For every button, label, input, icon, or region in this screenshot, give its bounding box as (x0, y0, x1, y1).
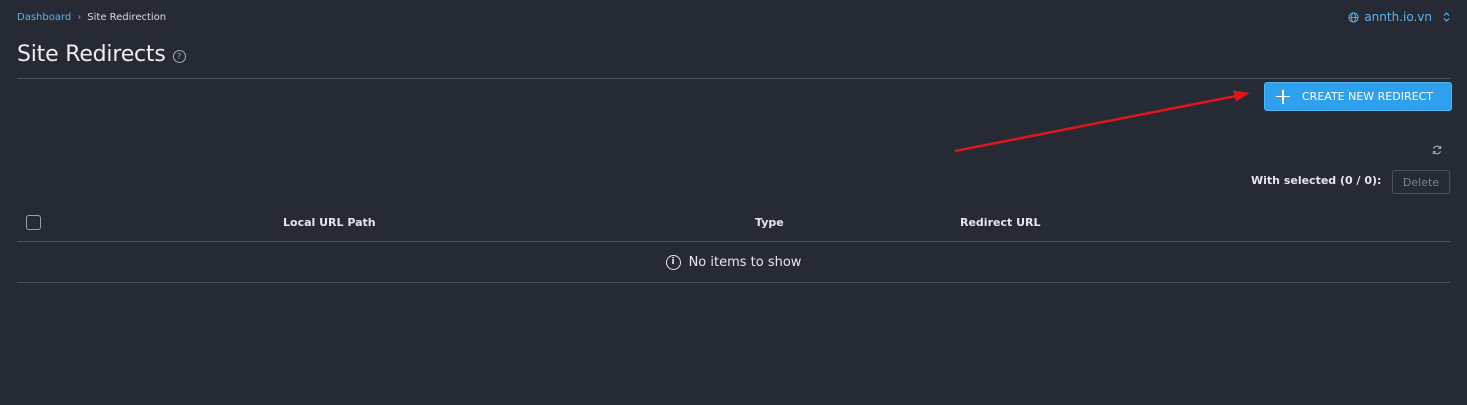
column-local-url-path[interactable]: Local URL Path (283, 216, 376, 229)
select-all-checkbox[interactable] (26, 215, 41, 230)
plus-icon (1276, 89, 1290, 104)
table-header: Local URL Path Type Redirect URL (17, 207, 1450, 242)
page-title: Site Redirects (17, 42, 166, 67)
annotation-arrow (954, 90, 1250, 153)
with-selected-label: With selected (0 / 0): (1251, 174, 1382, 187)
create-new-redirect-button[interactable]: CREATE NEW REDIRECT (1264, 82, 1452, 111)
chevron-updown-icon (1443, 12, 1450, 22)
delete-button[interactable]: Delete (1392, 170, 1450, 194)
info-icon: i (665, 254, 681, 270)
site-switcher-label: annth.io.vn (1364, 10, 1432, 24)
site-switcher[interactable]: annth.io.vn (1348, 10, 1450, 24)
breadcrumb-separator: › (77, 12, 82, 23)
refresh-icon[interactable] (1431, 144, 1443, 156)
empty-state-row: i No items to show (17, 242, 1450, 283)
breadcrumb-dashboard-link[interactable]: Dashboard (17, 12, 71, 23)
top-bar: Dashboard › Site Redirection annth.io.vn (17, 10, 1450, 26)
column-redirect-url[interactable]: Redirect URL (960, 216, 1040, 229)
column-type[interactable]: Type (755, 216, 784, 229)
help-icon[interactable]: ? (172, 49, 186, 63)
title-row: Site Redirects ? (17, 42, 186, 67)
breadcrumb-current: Site Redirection (87, 12, 167, 23)
title-divider (17, 78, 1450, 79)
breadcrumb: Dashboard › Site Redirection (17, 12, 166, 23)
create-new-redirect-label: CREATE NEW REDIRECT (1302, 90, 1433, 103)
empty-state-text: No items to show (688, 254, 802, 270)
globe-icon (1348, 11, 1359, 23)
